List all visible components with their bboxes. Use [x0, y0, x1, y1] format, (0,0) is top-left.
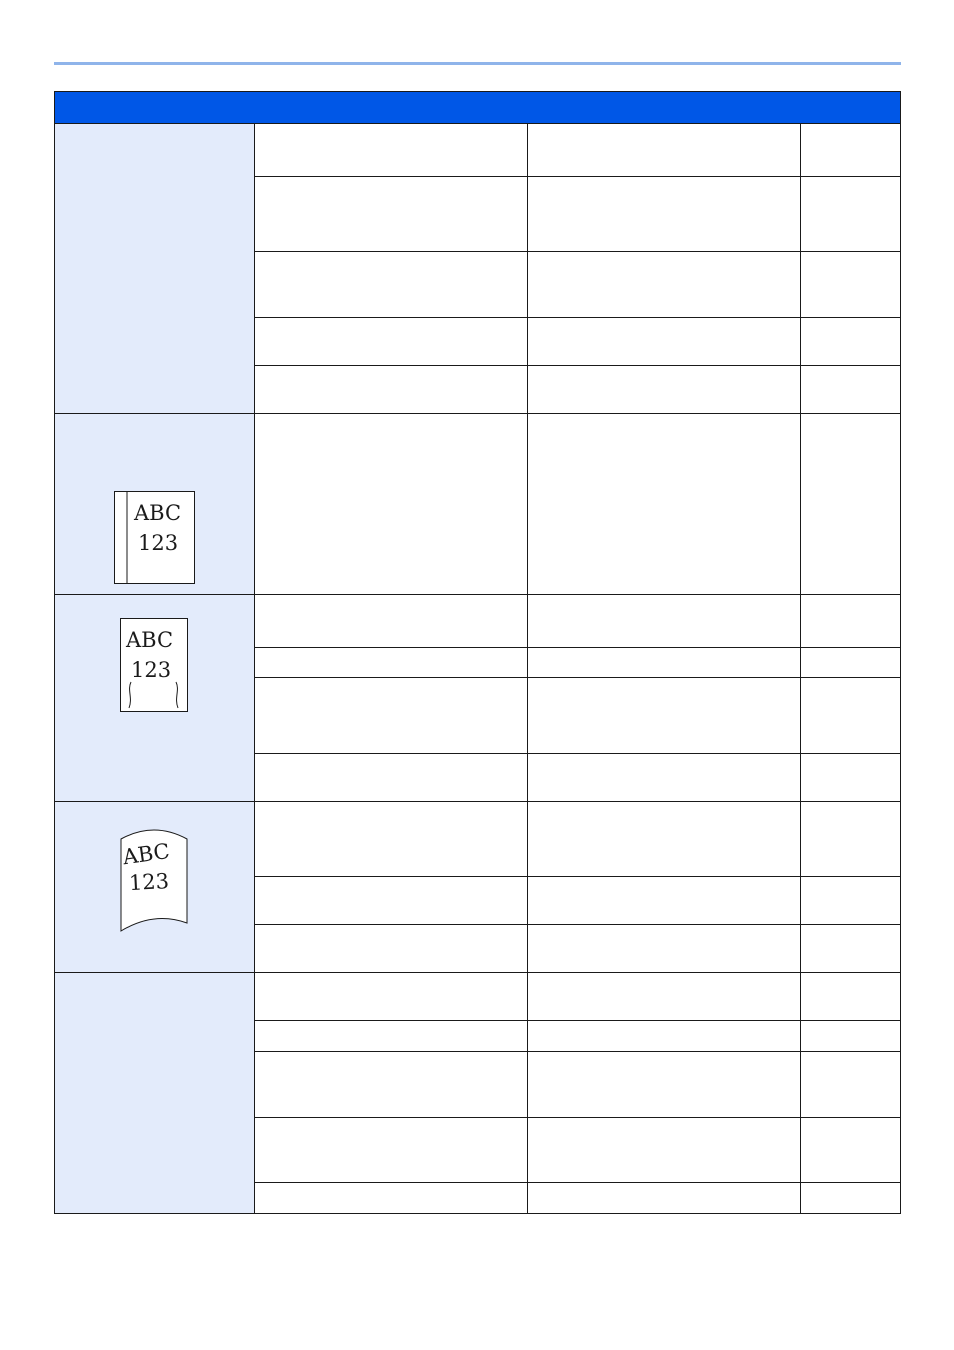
row-divider — [254, 1020, 901, 1021]
table-border-bottom — [54, 1213, 901, 1214]
row-divider — [254, 753, 901, 754]
curled-page-icon: ABC 123 — [120, 827, 190, 935]
faded-left-edge-page-icon: ABC 123 — [114, 491, 196, 585]
group-divider — [54, 801, 901, 802]
group-divider — [54, 972, 901, 973]
row-divider — [254, 647, 901, 648]
figure-text-line1: ABC — [133, 501, 181, 525]
row-divider — [254, 1117, 901, 1118]
figure-text-line2: 123 — [138, 531, 178, 555]
header-bottom-rule — [54, 123, 901, 124]
figure-text-line2: 123 — [128, 869, 169, 895]
wavy-edge-page-icon: ABC 123 — [120, 618, 190, 714]
row-divider — [254, 251, 901, 252]
row-divider — [254, 677, 901, 678]
row-divider — [254, 1051, 901, 1052]
row-divider — [254, 176, 901, 177]
figure-text-line1: ABC — [125, 628, 173, 652]
group-divider — [54, 413, 901, 414]
top-rule — [54, 62, 901, 65]
table-border-left — [54, 91, 55, 1214]
table-border-right — [900, 91, 901, 1214]
group-divider — [54, 594, 901, 595]
figure-text-line2: 123 — [131, 658, 171, 682]
troubleshooting-table: ABC 123 ABC 123 ABC 123 — [54, 91, 901, 1214]
row-divider — [254, 924, 901, 925]
table-border-top — [54, 91, 901, 92]
table-header — [54, 91, 901, 123]
row-divider — [254, 317, 901, 318]
row-divider — [254, 1182, 901, 1183]
row-divider — [254, 365, 901, 366]
row-divider — [254, 876, 901, 877]
